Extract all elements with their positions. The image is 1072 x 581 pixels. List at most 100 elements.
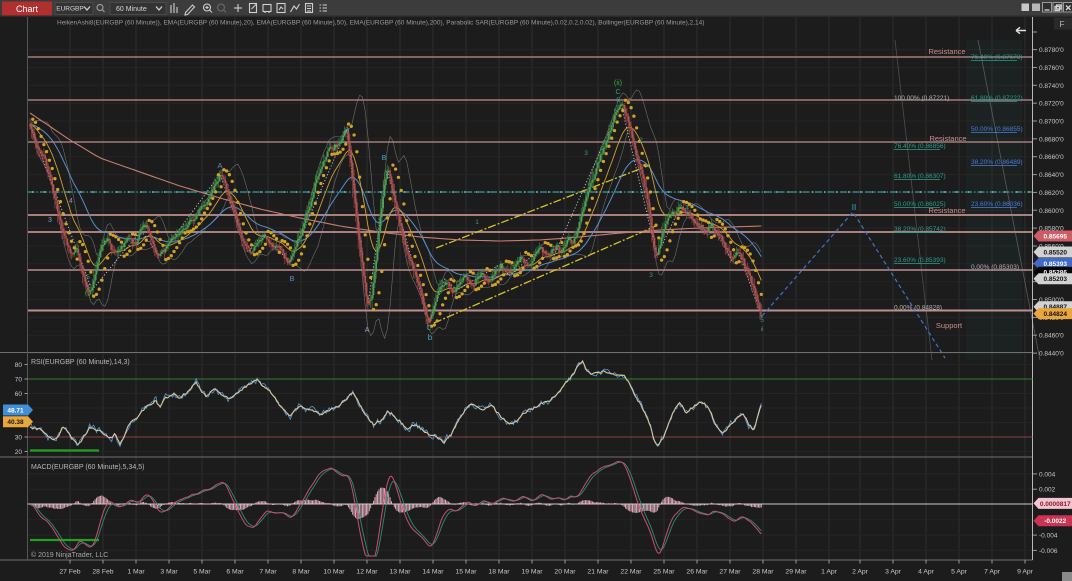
svg-text:26 Mar: 26 Mar [686,569,708,576]
svg-text:29 Mar: 29 Mar [785,569,807,576]
svg-text:RSI(EURGBP (60 Minute),14,3): RSI(EURGBP (60 Minute),14,3) [31,359,130,366]
svg-text:2 Apr: 2 Apr [852,569,869,576]
svg-text:A: A [217,161,222,170]
svg-text:76.40% (0.87673): 76.40% (0.87673) [971,54,1023,61]
svg-text:1 Mar: 1 Mar [127,569,145,576]
svg-text:48.71: 48.71 [7,407,24,414]
svg-text:7 Apr: 7 Apr [984,569,1001,576]
svg-text:A: A [365,327,370,334]
svg-text:0.00% (0.85303): 0.00% (0.85303) [971,264,1019,271]
svg-text:0.8440'0: 0.8440'0 [1039,351,1064,358]
svg-text:21 Mar: 21 Mar [587,569,609,576]
svg-text:-0.0022: -0.0022 [1044,518,1066,525]
svg-text:5 Apr: 5 Apr [951,569,968,576]
svg-text:3 Mar: 3 Mar [160,569,178,576]
svg-text:7 Mar: 7 Mar [259,569,277,576]
svg-text:23.60% (0.86036): 23.60% (0.86036) [971,201,1023,208]
svg-text:0.8660'0: 0.8660'0 [1039,154,1064,161]
svg-text:20 Mar: 20 Mar [554,569,576,576]
svg-text:(i): (i) [85,290,91,297]
svg-text:1: 1 [475,219,479,226]
svg-text:76.40% (0.86856): 76.40% (0.86856) [894,143,946,150]
svg-text:100.00% (0.87221): 100.00% (0.87221) [894,95,949,102]
svg-text:80: 80 [15,362,23,369]
svg-text:15 Mar: 15 Mar [455,569,477,576]
svg-text:Support: Support [936,321,963,330]
svg-text:30: 30 [15,435,23,442]
svg-text:0.8700'0: 0.8700'0 [1039,119,1064,126]
svg-text:38.20% (0.86489): 38.20% (0.86489) [971,159,1023,166]
svg-text:B: B [289,274,294,283]
svg-text:4: 4 [69,198,73,205]
svg-text:18 Mar: 18 Mar [488,569,510,576]
svg-text:27 Mar: 27 Mar [719,569,741,576]
svg-text:II: II [852,203,856,212]
svg-text:© 2019 NinjaTrader, LLC: © 2019 NinjaTrader, LLC [31,551,108,559]
svg-text:61.80% (0.87222): 61.80% (0.87222) [971,95,1023,102]
svg-text:0.8600'0: 0.8600'0 [1039,208,1064,215]
svg-text:27 Feb: 27 Feb [59,569,80,576]
svg-text:1 Apr: 1 Apr [821,569,838,576]
svg-text:5: 5 [760,317,764,324]
svg-text:Resistance: Resistance [928,47,965,56]
svg-text:Resistance: Resistance [929,134,966,143]
svg-text:F: F [1059,19,1064,29]
svg-text:28 Mar: 28 Mar [752,569,774,576]
svg-text:5: 5 [616,97,620,104]
svg-text:19 Mar: 19 Mar [521,569,543,576]
svg-text:0.8460'0: 0.8460'0 [1039,333,1064,340]
svg-text:b: b [428,333,433,342]
svg-text:a: a [345,125,350,134]
svg-text:EURGBP: EURGBP [56,6,83,13]
svg-text:-0.006: -0.006 [1039,548,1058,555]
svg-text:0.85203: 0.85203 [1044,276,1068,283]
svg-text:0.8780'0: 0.8780'0 [1039,47,1064,54]
svg-text:Chart: Chart [16,4,39,14]
svg-text:HeikenAshi8(EURGBP (60 Minute): HeikenAshi8(EURGBP (60 Minute)), EMA(EUR… [57,20,704,27]
svg-text:70: 70 [15,377,23,384]
svg-text:0.0000817: 0.0000817 [1040,501,1071,508]
svg-text:6 Mar: 6 Mar [226,569,244,576]
svg-text:3: 3 [584,150,588,157]
svg-text:C: C [615,89,620,96]
svg-text:0.8720'0: 0.8720'0 [1039,101,1064,108]
svg-text:MACD(EURGBP (60 Minute),5,34,5: MACD(EURGBP (60 Minute),5,34,5) [31,464,144,471]
svg-text:14 Mar: 14 Mar [422,569,444,576]
svg-text:60: 60 [15,391,23,398]
svg-text:25 Mar: 25 Mar [653,569,675,576]
svg-text:22 Mar: 22 Mar [620,569,642,576]
svg-text:0.85695: 0.85695 [1044,233,1068,240]
svg-text:5: 5 [86,274,90,281]
svg-text:0.002: 0.002 [1039,487,1056,494]
svg-text:9 Apr: 9 Apr [1017,569,1034,576]
svg-text:0.8740'0: 0.8740'0 [1039,83,1064,90]
svg-text:4 Apr: 4 Apr [918,569,935,576]
svg-text:0.84824: 0.84824 [1044,311,1068,318]
svg-text:50.00% (0.86025): 50.00% (0.86025) [894,201,946,208]
svg-text:12 Mar: 12 Mar [356,569,378,576]
svg-text:3: 3 [649,272,653,279]
svg-text:3: 3 [48,217,52,224]
svg-text:60 Minute: 60 Minute [116,6,147,13]
svg-text:50.00% (0.86855): 50.00% (0.86855) [971,126,1023,133]
svg-text:5 Mar: 5 Mar [193,569,211,576]
svg-text:40.38: 40.38 [7,419,24,426]
svg-text:23.60% (0.85393): 23.60% (0.85393) [894,257,946,264]
svg-text:0.8680'0: 0.8680'0 [1039,136,1064,143]
svg-text:0.004: 0.004 [1039,471,1056,478]
svg-text:-0.004: -0.004 [1039,533,1058,540]
svg-text:0.8620'0: 0.8620'0 [1039,190,1064,197]
svg-text:3 Apr: 3 Apr [885,569,902,576]
svg-text:(ii): (ii) [614,78,623,87]
svg-text:B: B [382,155,387,162]
svg-text:0.85520: 0.85520 [1044,249,1068,256]
svg-text:0.00% (0.84828): 0.00% (0.84828) [894,305,942,312]
svg-text:i: i [761,326,762,333]
svg-text:0.8760'0: 0.8760'0 [1039,65,1064,72]
svg-text:38.20% (0.85742): 38.20% (0.85742) [894,226,946,233]
svg-text:2: 2 [639,137,643,144]
svg-text:8 Mar: 8 Mar [292,569,310,576]
svg-text:61.80% (0.86307): 61.80% (0.86307) [894,173,946,180]
svg-text:20: 20 [15,449,23,456]
svg-text:C: C [426,325,431,332]
